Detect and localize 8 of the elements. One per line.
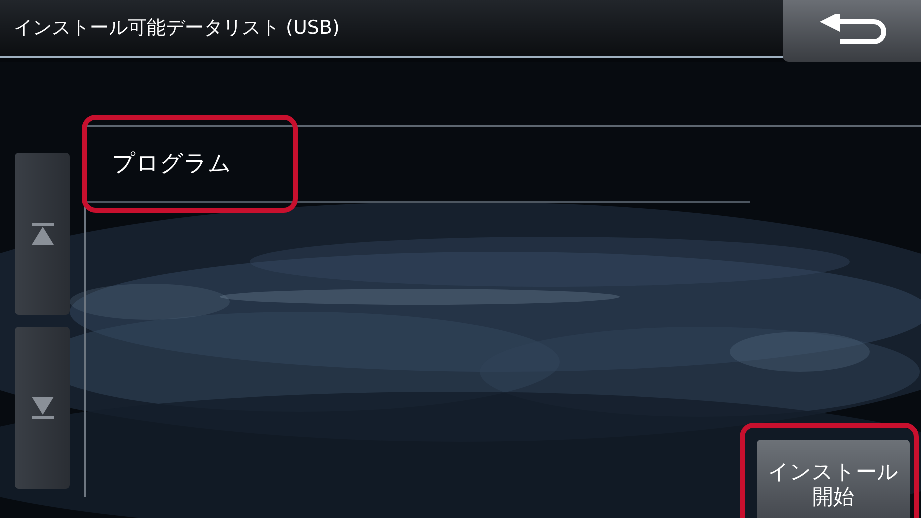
- scroll-to-bottom-icon: [30, 397, 54, 419]
- scroll-up-button[interactable]: [15, 153, 70, 315]
- back-button[interactable]: [783, 0, 921, 62]
- scroll-to-top-icon: [30, 223, 54, 245]
- window-title: インストール可能データリスト (USB): [14, 16, 340, 41]
- list-item[interactable]: プログラム: [84, 127, 750, 203]
- install-start-button[interactable]: インストール 開始: [757, 440, 910, 518]
- scroll-down-button[interactable]: [15, 327, 70, 489]
